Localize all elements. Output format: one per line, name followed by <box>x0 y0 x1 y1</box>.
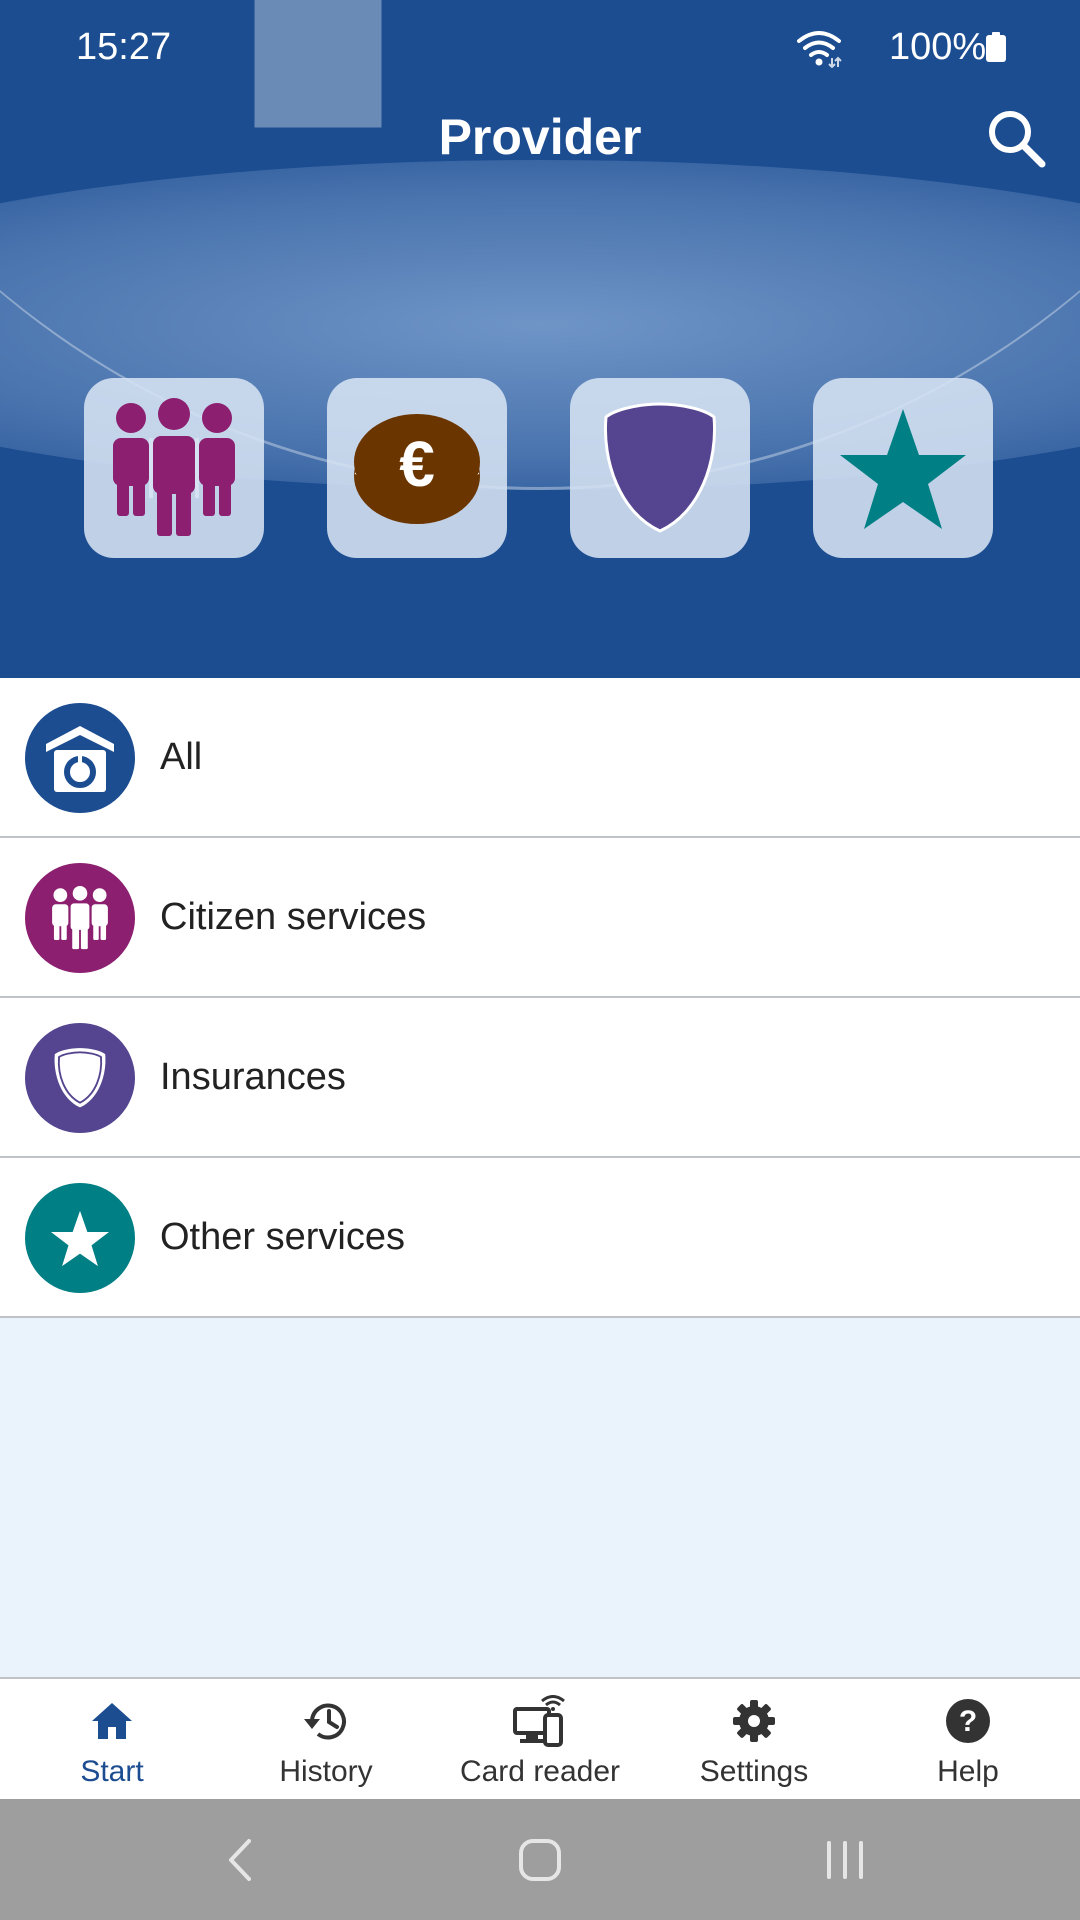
help-icon: ? <box>938 1695 998 1747</box>
nav-label: Start <box>80 1755 144 1788</box>
back-button[interactable] <box>190 1829 290 1891</box>
nav-help[interactable]: ? Help <box>860 1679 1076 1799</box>
home-circle-icon <box>519 1839 561 1881</box>
status-time: 15:27 <box>76 26 172 68</box>
category-tile-insurances[interactable] <box>570 378 750 558</box>
history-icon <box>296 1695 356 1747</box>
search-icon <box>989 111 1046 168</box>
header: 15:27 100% Provider € <box>0 0 1080 678</box>
list-item-other-services[interactable]: Other services <box>0 1158 1080 1318</box>
people-icon <box>113 398 235 536</box>
euro-coin-icon: € <box>354 414 480 524</box>
category-tile-citizen-services[interactable] <box>84 378 264 558</box>
list-item-insurances[interactable]: Insurances <box>0 998 1080 1158</box>
shield-icon <box>603 402 717 533</box>
recent-apps-button[interactable] <box>795 1829 895 1891</box>
star-icon <box>51 1210 109 1267</box>
nav-card-reader[interactable]: Card reader <box>432 1679 648 1799</box>
svg-text:€: € <box>399 428 435 500</box>
nav-history[interactable]: History <box>218 1679 434 1799</box>
bottom-nav: Start History Card reader Settings ? Hel… <box>0 1677 1080 1799</box>
recent-apps-icon <box>827 1841 863 1879</box>
battery-percentage: 100% <box>889 26 987 68</box>
list-item-all[interactable]: All <box>0 678 1080 838</box>
search-button[interactable] <box>982 104 1052 174</box>
shield-icon <box>54 1048 106 1108</box>
list-item-label: All <box>160 736 203 778</box>
home-button[interactable] <box>490 1829 590 1891</box>
category-tile-other-services[interactable] <box>813 378 993 558</box>
star-icon <box>840 409 966 529</box>
list-icon-all <box>25 703 135 813</box>
gear-icon <box>724 1695 784 1747</box>
provider-list: All Citizen services Insurances Other se… <box>0 678 1080 1318</box>
list-item-citizen-services[interactable]: Citizen services <box>0 838 1080 998</box>
list-item-label: Citizen services <box>160 896 427 938</box>
back-icon <box>229 1839 251 1881</box>
list-icon-insurances <box>25 1023 135 1133</box>
list-icon-other-services <box>25 1183 135 1293</box>
nav-label: Help <box>937 1755 999 1788</box>
house-icon <box>46 726 114 792</box>
list-icon-citizen-services <box>25 863 135 973</box>
list-item-label: Other services <box>160 1216 405 1258</box>
status-bar: 15:27 100% <box>0 0 1080 96</box>
nav-label: History <box>279 1755 373 1788</box>
system-nav-bar <box>0 1799 1080 1920</box>
nav-start[interactable]: Start <box>4 1679 220 1799</box>
category-tile-payments[interactable]: € <box>327 378 507 558</box>
wifi-icon <box>797 31 842 68</box>
home-icon <box>82 1695 142 1747</box>
page-title: Provider <box>438 109 642 165</box>
svg-text:?: ? <box>959 1705 977 1738</box>
nav-label: Card reader <box>459 1755 621 1788</box>
people-icon <box>52 886 108 950</box>
card-reader-icon <box>510 1695 570 1747</box>
nav-settings[interactable]: Settings <box>646 1679 862 1799</box>
nav-label: Settings <box>699 1755 809 1788</box>
battery-icon <box>986 32 1006 62</box>
list-item-label: Insurances <box>160 1056 346 1098</box>
